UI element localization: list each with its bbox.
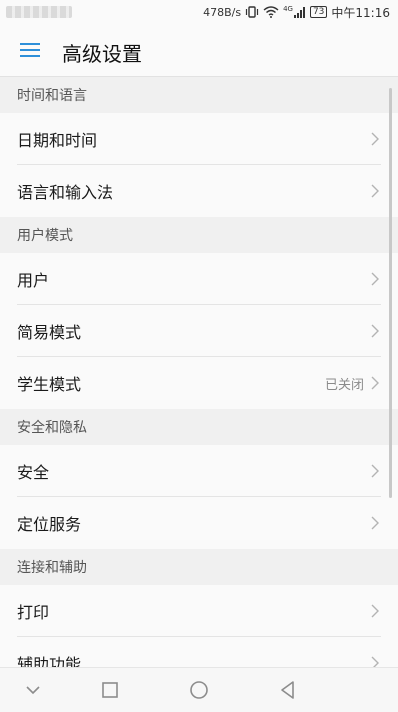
vibrate-icon	[245, 6, 259, 18]
carrier-name-blurred	[6, 6, 72, 18]
settings-item-accessibility[interactable]: 辅助功能	[0, 637, 398, 667]
section-header-time-language: 时间和语言	[0, 77, 398, 113]
signal-type-label: 4G	[283, 5, 293, 13]
settings-list[interactable]: 时间和语言 日期和时间 语言和输入法 用户模式 用户 简易模式 学生模式 已关闭…	[0, 77, 398, 667]
settings-item-simple-mode[interactable]: 简易模式	[0, 305, 398, 357]
chevron-right-icon	[371, 132, 379, 146]
settings-item-label: 日期和时间	[17, 131, 98, 150]
network-speed: 478B/s	[203, 5, 242, 19]
settings-item-label: 定位服务	[17, 515, 82, 534]
settings-item-student-mode[interactable]: 学生模式 已关闭	[0, 357, 398, 409]
chevron-right-icon	[371, 464, 379, 478]
home-icon[interactable]	[188, 679, 210, 701]
back-icon[interactable]	[277, 679, 299, 701]
settings-item-label: 辅助功能	[17, 655, 82, 667]
app-bar: 高级设置	[0, 24, 398, 77]
clock: 中午11:16	[331, 5, 390, 20]
settings-item-label: 打印	[17, 603, 50, 622]
settings-item-location-services[interactable]: 定位服务	[0, 497, 398, 549]
chevron-right-icon	[371, 272, 379, 286]
settings-item-print[interactable]: 打印	[0, 585, 398, 637]
chevron-right-icon	[371, 656, 379, 667]
page-title: 高级设置	[62, 42, 142, 66]
chevron-right-icon	[371, 324, 379, 338]
menu-icon[interactable]	[20, 41, 40, 59]
status-bar: 478B/s 4G 73 中午11:16	[0, 0, 398, 24]
scrollbar[interactable]	[389, 88, 392, 498]
section-header-security-privacy: 安全和隐私	[0, 409, 398, 445]
settings-item-label: 安全	[17, 463, 50, 482]
chevron-right-icon	[371, 604, 379, 618]
collapse-icon[interactable]	[22, 679, 44, 701]
settings-item-label: 简易模式	[17, 323, 82, 342]
status-indicators: 478B/s 4G 73 中午11:16	[203, 4, 390, 20]
settings-item-label: 学生模式	[17, 375, 82, 394]
wifi-icon	[263, 6, 279, 18]
section-header-connection-assist: 连接和辅助	[0, 549, 398, 585]
recents-icon[interactable]	[99, 679, 121, 701]
chevron-right-icon	[371, 376, 379, 390]
settings-item-users[interactable]: 用户	[0, 253, 398, 305]
navigation-bar	[0, 667, 398, 712]
settings-item-security[interactable]: 安全	[0, 445, 398, 497]
battery-icon: 73	[309, 6, 328, 18]
chevron-right-icon	[371, 516, 379, 530]
settings-item-date-time[interactable]: 日期和时间	[0, 113, 398, 165]
settings-item-status: 已关闭	[324, 377, 364, 393]
signal-icon	[293, 7, 305, 18]
section-header-user-mode: 用户模式	[0, 217, 398, 253]
settings-item-label: 用户	[17, 271, 50, 290]
chevron-right-icon	[371, 184, 379, 198]
settings-item-language-input[interactable]: 语言和输入法	[0, 165, 398, 217]
settings-item-label: 语言和输入法	[17, 183, 114, 202]
